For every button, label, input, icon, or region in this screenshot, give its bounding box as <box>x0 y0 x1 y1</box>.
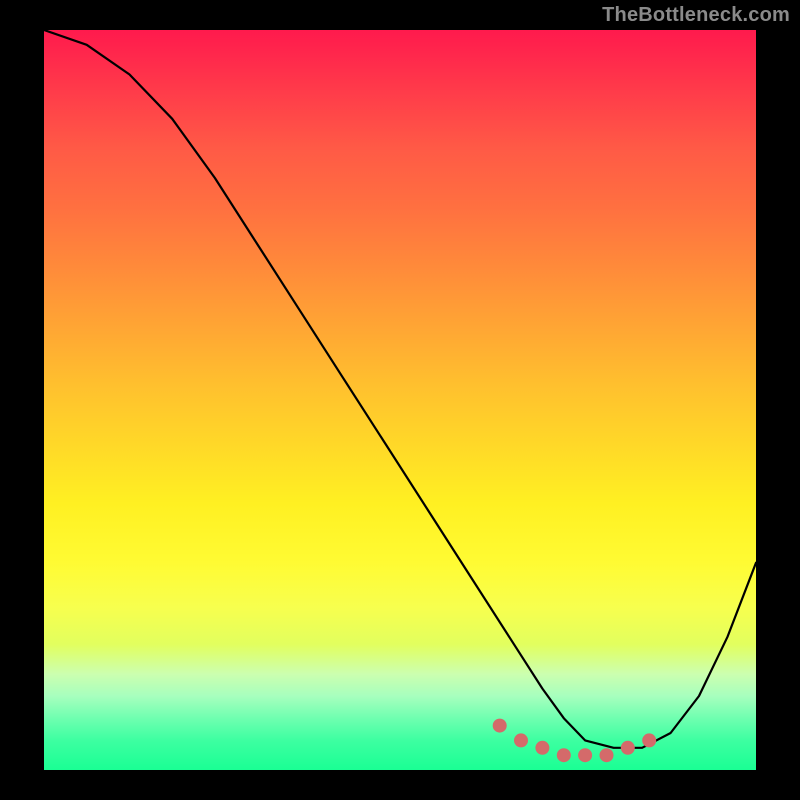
optimal-marker <box>642 733 656 747</box>
watermark-text: TheBottleneck.com <box>602 4 790 27</box>
optimal-marker <box>621 741 635 755</box>
bottleneck-curve <box>44 30 756 748</box>
optimal-marker <box>578 748 592 762</box>
optimal-marker <box>600 748 614 762</box>
optimal-marker <box>557 748 571 762</box>
plot-area <box>44 30 756 770</box>
optimal-marker <box>493 719 507 733</box>
curve-layer <box>44 30 756 770</box>
optimal-marker <box>535 741 549 755</box>
optimal-range-markers <box>493 719 657 763</box>
chart-frame: TheBottleneck.com <box>0 0 800 800</box>
optimal-marker <box>514 733 528 747</box>
